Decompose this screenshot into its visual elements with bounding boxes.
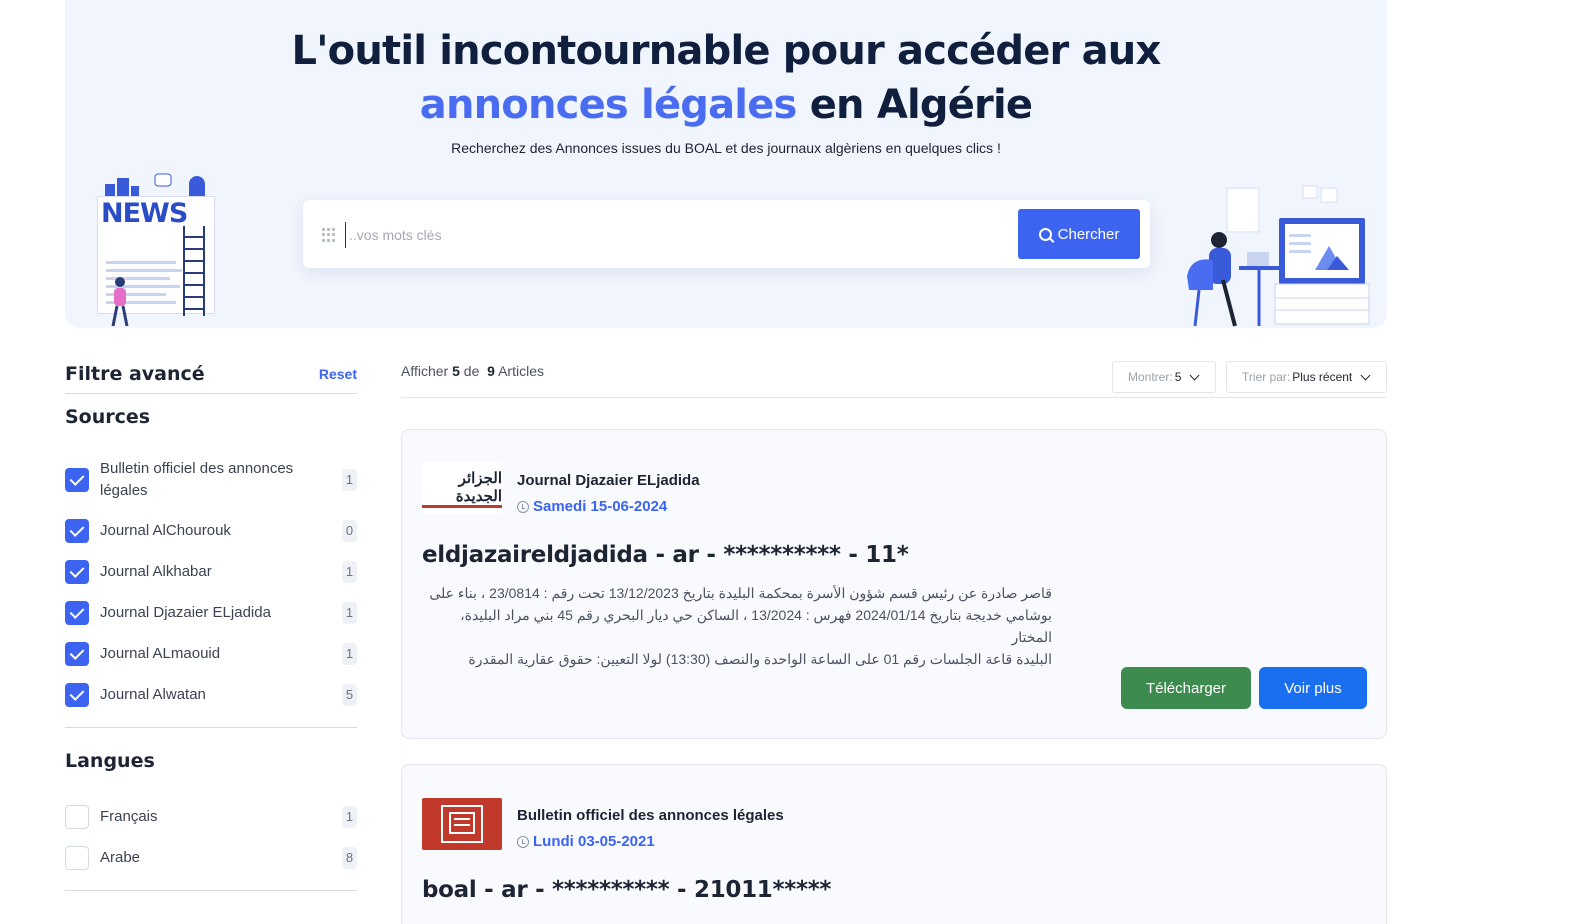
article-date: Lundi 03-05-2021 bbox=[517, 833, 655, 850]
article-title[interactable]: eldjazaireldjadida - ar - ********** - 1… bbox=[422, 542, 909, 568]
count-badge: 1 bbox=[342, 805, 357, 828]
search-button-label: Chercher bbox=[1057, 225, 1120, 243]
news-illustration: NEWS bbox=[95, 166, 215, 328]
count-badge: 8 bbox=[342, 846, 357, 869]
article-source: Bulletin officiel des annonces légales bbox=[517, 807, 784, 824]
source-filter-boal[interactable]: Bulletin officiel des annonces légales 1 bbox=[65, 452, 357, 508]
checkbox-checked[interactable] bbox=[65, 600, 89, 625]
hero-title-rest: en Algérie bbox=[796, 82, 1033, 128]
filter-label: Journal Djazaier ELjadida bbox=[100, 603, 271, 621]
search-input[interactable] bbox=[345, 222, 1005, 248]
hero-title-line1: L'outil incontournable pour accéder aux bbox=[291, 28, 1162, 74]
source-filter-almaouid[interactable]: Journal ALmaouid 1 bbox=[65, 633, 357, 674]
sort-dropdown[interactable]: Trier par: Plus récent bbox=[1226, 361, 1387, 393]
show-count-dropdown[interactable]: Montrer: 5 bbox=[1112, 361, 1216, 393]
divider bbox=[65, 890, 357, 891]
count-badge: 1 bbox=[342, 469, 357, 491]
divider bbox=[65, 727, 357, 728]
sources-list: Bulletin officiel des annonces légales 1… bbox=[65, 452, 357, 715]
checkbox-checked[interactable] bbox=[65, 682, 89, 707]
filter-label: Français bbox=[100, 807, 158, 825]
news-word: NEWS bbox=[101, 198, 188, 229]
reset-link[interactable]: Reset bbox=[319, 366, 357, 382]
langues-title: Langues bbox=[65, 750, 155, 772]
search-button[interactable]: Chercher bbox=[1018, 209, 1140, 259]
filter-label: Bulletin officiel des annonces légales bbox=[100, 460, 294, 499]
search-icon bbox=[1038, 227, 1052, 241]
checkbox-checked[interactable] bbox=[65, 641, 89, 666]
checkbox-unchecked[interactable] bbox=[65, 845, 89, 870]
office-worker-illustration bbox=[1187, 185, 1370, 327]
grid-icon bbox=[322, 228, 336, 242]
count-badge: 5 bbox=[342, 683, 357, 706]
count-badge: 1 bbox=[342, 601, 357, 624]
hero-banner: L'outil incontournable pour accéder aux … bbox=[65, 0, 1387, 328]
article-card: Bulletin officiel des annonces légales L… bbox=[401, 764, 1387, 924]
filter-header: Filtre avancé Reset bbox=[65, 360, 357, 394]
sources-title: Sources bbox=[65, 406, 151, 428]
hero-subtitle: Recherchez des Annonces issues du BOAL e… bbox=[451, 140, 1001, 156]
checkbox-checked[interactable] bbox=[65, 559, 89, 584]
count-badge: 1 bbox=[342, 560, 357, 583]
checkbox-checked[interactable] bbox=[65, 468, 89, 492]
source-filter-alkhabar[interactable]: Journal Alkhabar 1 bbox=[65, 551, 357, 592]
count-badge: 0 bbox=[342, 519, 357, 542]
checkbox-unchecked[interactable] bbox=[65, 804, 89, 829]
filter-label: Journal Alwatan bbox=[100, 685, 206, 703]
filter-sidebar: Filtre avancé Reset Sources Bulletin off… bbox=[65, 360, 357, 891]
article-source: Journal Djazaier ELjadida bbox=[517, 472, 700, 489]
filter-label: Arabe bbox=[100, 848, 141, 866]
langue-filter-arabe[interactable]: Arabe 8 bbox=[65, 837, 357, 878]
search-box: Chercher bbox=[303, 200, 1150, 268]
ladder-graphic bbox=[183, 226, 205, 316]
logo-text: الجزائر الجديدة bbox=[422, 469, 502, 508]
clock-icon bbox=[517, 500, 529, 513]
results-toolbar: Afficher 5 de 9 Articles Montrer: 5 Trie… bbox=[401, 360, 1387, 398]
chevron-down-icon bbox=[1189, 370, 1200, 380]
article-card: الجزائر الجديدة Journal Djazaier ELjadid… bbox=[401, 429, 1387, 739]
langue-filter-francais[interactable]: Français 1 bbox=[65, 796, 357, 837]
filter-label: Journal Alkhabar bbox=[100, 562, 212, 580]
filter-title: Filtre avancé bbox=[65, 362, 205, 385]
hero-title: L'outil incontournable pour accéder aux … bbox=[65, 24, 1387, 132]
filter-label: Journal AlChourouk bbox=[100, 521, 231, 539]
chevron-down-icon bbox=[1360, 370, 1371, 380]
source-logo bbox=[422, 798, 502, 850]
article-excerpt: قاصر صادرة عن رئيس قسم شؤون الأسرة بمحكم… bbox=[429, 585, 1052, 667]
langues-list: Français 1 Arabe 8 bbox=[65, 796, 357, 878]
source-filter-alchourouk[interactable]: Journal AlChourouk 0 bbox=[65, 510, 357, 551]
source-filter-djazaier-eljadida[interactable]: Journal Djazaier ELjadida 1 bbox=[65, 592, 357, 633]
download-button[interactable]: Télécharger bbox=[1121, 667, 1251, 709]
see-more-button[interactable]: Voir plus bbox=[1259, 667, 1367, 709]
person-graphic bbox=[111, 277, 129, 327]
clock-icon bbox=[517, 835, 529, 848]
article-title[interactable]: boal - ar - ********** - 21011***** bbox=[422, 877, 831, 903]
source-logo: الجزائر الجديدة bbox=[422, 462, 502, 514]
hero-title-accent: annonces légales bbox=[419, 82, 798, 128]
article-date: Samedi 15-06-2024 bbox=[517, 498, 667, 515]
count-badge: 1 bbox=[342, 642, 357, 665]
boal-emblem-icon bbox=[441, 805, 483, 843]
filter-label: Journal ALmaouid bbox=[100, 644, 221, 662]
checkbox-checked[interactable] bbox=[65, 518, 89, 543]
skyline-graphic bbox=[105, 173, 205, 198]
source-filter-alwatan[interactable]: Journal Alwatan 5 bbox=[65, 674, 357, 715]
results-count: Afficher 5 de 9 Articles bbox=[401, 363, 544, 379]
